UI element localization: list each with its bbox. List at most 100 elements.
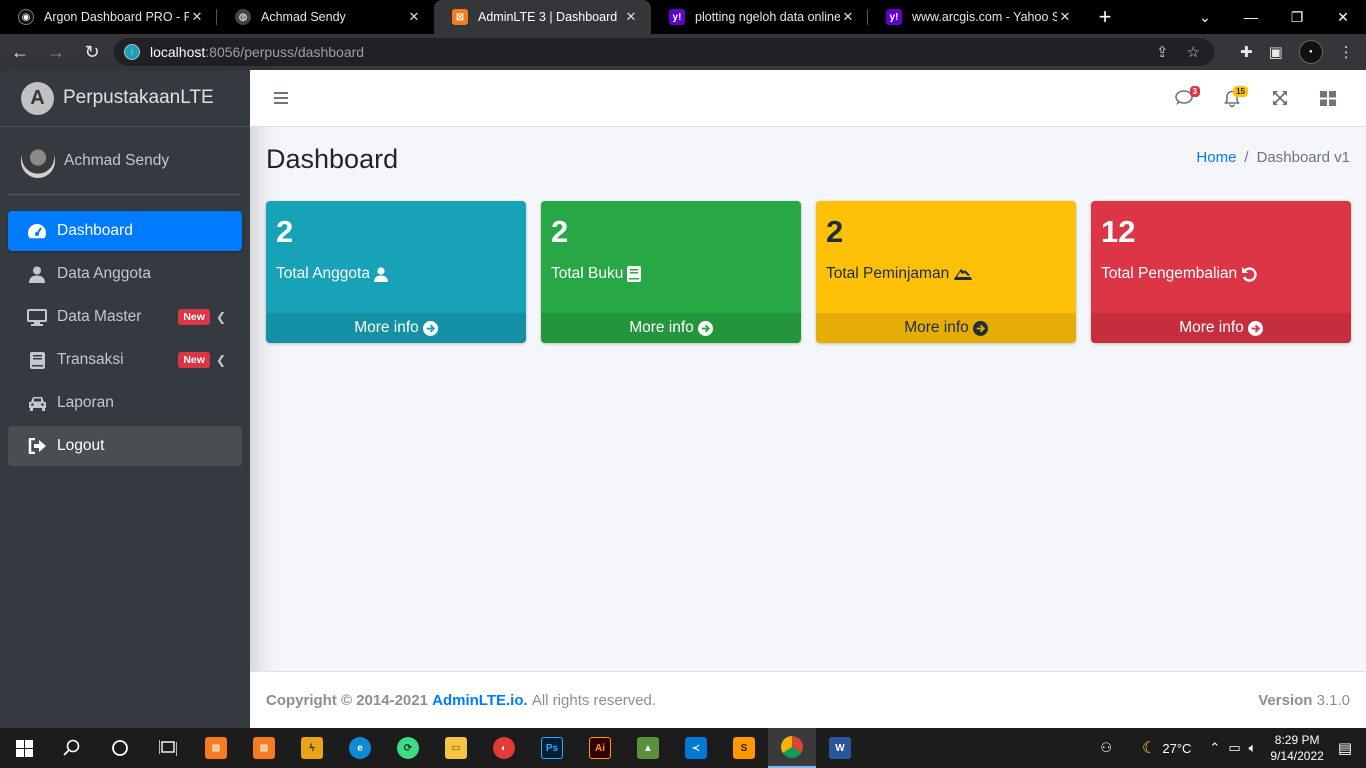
temperature-text[interactable]: 27°C — [1162, 741, 1191, 756]
more-info-link[interactable]: More info — [266, 313, 526, 343]
tab-title: Achmad Sendy — [261, 10, 346, 24]
weather-moon-icon[interactable]: ☾ — [1142, 738, 1156, 758]
box-value: 12 — [1101, 214, 1136, 249]
main-header: 3 15 — [250, 70, 1366, 127]
browser-tab[interactable]: ◉ Argon Dashboard PRO - Premium ✕ — [0, 0, 217, 34]
volume-icon[interactable]: 🔈︎ — [1249, 740, 1257, 756]
tab-close-icon[interactable]: ✕ — [623, 9, 639, 25]
share-icon[interactable]: ⇪ — [1156, 43, 1169, 61]
sidebar-item-laporan[interactable]: Laporan — [8, 383, 242, 423]
reload-icon[interactable]: ↻ — [76, 36, 108, 68]
browser-tab-active[interactable]: ⊠ AdminLTE 3 | Dashboard ✕ — [434, 0, 651, 34]
chevron-up-icon[interactable]: ⌃ — [1209, 740, 1220, 756]
breadcrumb-current: Dashboard v1 — [1256, 149, 1350, 166]
fullscreen-button[interactable] — [1256, 78, 1304, 118]
breadcrumb-home-link[interactable]: Home — [1196, 149, 1236, 166]
vscode-icon[interactable]: ≺ — [672, 728, 720, 768]
tab-favicon-icon: ◍ — [235, 9, 251, 25]
winamp-icon[interactable]: ϟ — [288, 728, 336, 768]
browser-toolbar: ← → ↻ i localhost :8056/perpuss/dashboar… — [0, 34, 1366, 70]
notifications-dropdown[interactable]: 15 — [1208, 78, 1256, 118]
cortana-icon[interactable] — [96, 728, 144, 768]
forward-icon[interactable]: → — [40, 36, 72, 68]
new-tab-icon[interactable]: + — [1085, 0, 1125, 34]
back-icon[interactable]: ← — [4, 36, 36, 68]
illustrator-icon[interactable]: Ai — [576, 728, 624, 768]
new-badge: New — [178, 309, 210, 325]
address-bar[interactable]: i localhost :8056/perpuss/dashboard ⇪ ☆ — [114, 38, 1214, 66]
messages-count-badge: 3 — [1189, 86, 1200, 97]
xampp-icon[interactable]: ⊠ — [192, 728, 240, 768]
photos-icon[interactable]: ▲ — [624, 728, 672, 768]
tab-title: www.arcgis.com - Yahoo Search — [912, 10, 1057, 24]
search-icon[interactable] — [48, 728, 96, 768]
hands-helping-icon — [954, 269, 973, 280]
sidebar-item-data-master[interactable]: Data Master New ❮ — [8, 297, 242, 337]
close-window-icon[interactable]: ✕ — [1320, 0, 1366, 34]
more-info-label: More info — [629, 319, 694, 336]
browser-tab[interactable]: y! www.arcgis.com - Yahoo Search ✕ — [868, 0, 1085, 34]
edge-icon[interactable]: e — [336, 728, 384, 768]
tab-close-icon[interactable]: ✕ — [840, 9, 856, 25]
android-studio-icon[interactable]: ⟳ — [384, 728, 432, 768]
browser-tab[interactable]: ◍ Achmad Sendy ✕ — [217, 0, 434, 34]
sidebar-item-transaksi[interactable]: Transaksi New ❮ — [8, 340, 242, 380]
xampp-control-icon[interactable]: ⊠ — [240, 728, 288, 768]
media-player-icon[interactable]: ◐ — [480, 728, 528, 768]
clock[interactable]: 8:29 PM 9/14/2022 — [1270, 732, 1323, 764]
tab-search-icon[interactable]: ⌄ — [1182, 0, 1228, 34]
more-info-link[interactable]: More info — [541, 313, 801, 343]
small-box-total-buku: 2 Total Buku More info — [541, 201, 801, 343]
sidebar-item-dashboard[interactable]: Dashboard — [8, 211, 242, 251]
restore-icon[interactable]: ❐ — [1274, 0, 1320, 34]
more-info-link[interactable]: More info — [816, 313, 1076, 343]
xampp-favicon-icon: ⊠ — [452, 9, 468, 25]
notifications-count-badge: 15 — [1233, 86, 1248, 97]
bookmark-star-icon[interactable]: ☆ — [1187, 43, 1200, 61]
sign-out-icon — [27, 438, 47, 454]
sublime-text-icon[interactable]: S — [720, 728, 768, 768]
new-badge: New — [178, 352, 210, 368]
user-name[interactable]: Achmad Sendy — [64, 152, 169, 170]
hamburger-menu-icon[interactable] — [274, 92, 288, 104]
chrome-icon[interactable] — [768, 728, 816, 768]
box-label: Total Buku — [551, 265, 624, 282]
people-icon[interactable]: ⚇ — [1100, 740, 1112, 756]
tab-close-icon[interactable]: ✕ — [406, 9, 422, 25]
messages-dropdown[interactable]: 3 — [1160, 78, 1208, 118]
notification-center-icon[interactable]: ▤ — [1338, 739, 1352, 757]
more-info-link[interactable]: More info — [1091, 313, 1351, 343]
brand-link[interactable]: A PerpustakaanLTE — [0, 70, 250, 127]
site-info-icon[interactable]: i — [124, 44, 140, 60]
more-info-label: More info — [904, 319, 969, 336]
battery-icon[interactable]: ▭ — [1228, 740, 1240, 756]
browser-menu-icon[interactable]: ⋮ — [1339, 43, 1354, 61]
clock-time: 8:29 PM — [1274, 733, 1320, 747]
box-value: 2 — [826, 214, 844, 249]
photoshop-icon[interactable]: Ps — [528, 728, 576, 768]
side-panel-icon[interactable]: ▣ — [1269, 43, 1283, 61]
control-sidebar-button[interactable] — [1304, 78, 1352, 118]
minimize-icon[interactable]: — — [1228, 0, 1274, 34]
sidebar-item-label: Laporan — [57, 394, 114, 411]
adminlte-link[interactable]: AdminLTE.io. — [432, 692, 528, 709]
browser-tab[interactable]: y! plotting ngeloh data online - ✕ — [651, 0, 868, 34]
sidebar-item-logout[interactable]: Logout — [8, 426, 242, 466]
url-path: :8056/perpuss/dashboard — [205, 44, 365, 60]
tab-close-icon[interactable]: ✕ — [189, 9, 205, 25]
file-explorer-icon[interactable]: ▭ — [432, 728, 480, 768]
small-box-total-peminjaman: 2 Total Peminjaman More info — [816, 201, 1076, 343]
extensions-puzzle-icon[interactable]: ✚ — [1240, 43, 1253, 61]
box-value: 2 — [551, 214, 569, 249]
tab-close-icon[interactable]: ✕ — [1057, 9, 1073, 25]
tab-favicon-icon: ◉ — [18, 9, 34, 25]
user-panel[interactable]: Achmad Sendy — [8, 127, 242, 195]
word-icon[interactable]: W — [816, 728, 864, 768]
clock-date: 9/14/2022 — [1270, 749, 1324, 763]
profile-avatar-icon[interactable]: ● — [1298, 40, 1323, 64]
task-view-icon[interactable] — [144, 728, 192, 768]
sidebar-item-data-anggota[interactable]: Data Anggota — [8, 254, 242, 294]
browser-tab-strip: ◉ Argon Dashboard PRO - Premium ✕ ◍ Achm… — [0, 0, 1366, 34]
book-icon — [627, 266, 642, 282]
windows-start-icon[interactable] — [0, 728, 48, 768]
